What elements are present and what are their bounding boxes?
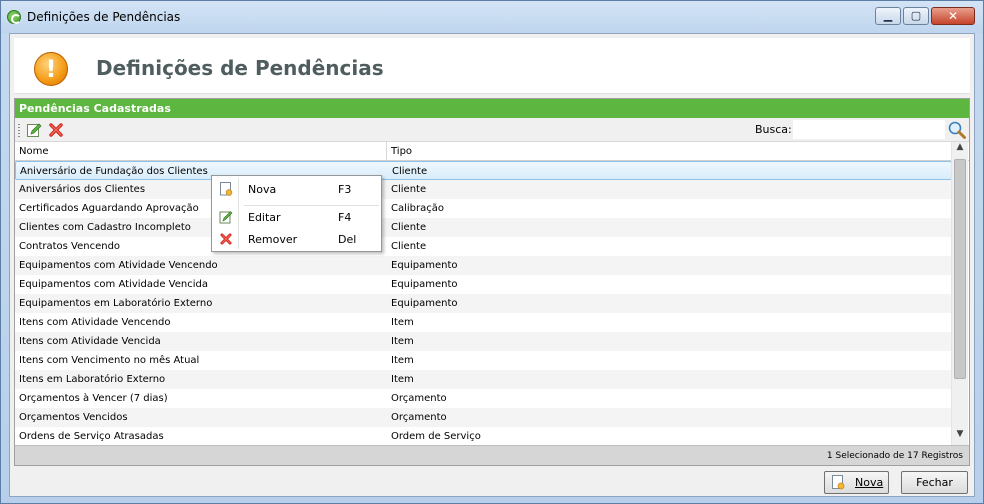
table-row[interactable]: Aniversário de Fundação dos Clientes Clie… [15, 161, 952, 180]
cell-tipo: Item [391, 336, 414, 347]
table-row[interactable]: Certificados Aguardando Aprovação Calibra… [15, 199, 952, 218]
nova-button-label: Nova [855, 476, 884, 489]
remove-icon [220, 233, 232, 245]
table-row[interactable]: Equipamentos em Laboratório Externo Equip… [15, 294, 952, 313]
cell-tipo: Equipamento [391, 279, 458, 290]
edit-icon [219, 211, 233, 224]
context-menu: Nova F3 Editar F4 Remover Del [211, 175, 382, 252]
delete-icon[interactable] [48, 122, 64, 138]
cell-tipo: Item [391, 355, 414, 366]
cell-tipo: Ordem de Serviço [391, 431, 481, 442]
client-area: ! Definições de Pendências Pendências Ca… [9, 33, 975, 497]
table-row[interactable]: Equipamentos com Atividade Vencida Equipa… [15, 275, 952, 294]
cell-nome: Aniversários dos Clientes [19, 184, 146, 195]
cell-nome: Certificados Aguardando Aprovação [19, 203, 199, 214]
column-header-nome[interactable]: Nome [19, 146, 49, 157]
search-label: Busca: [755, 123, 792, 136]
table-row[interactable]: Aniversários dos Clientes Cliente [15, 180, 952, 199]
menu-item-nova[interactable]: Nova F3 [214, 178, 379, 200]
minimize-icon: ▁ [883, 9, 893, 22]
menu-item-label: Editar [248, 211, 281, 224]
warning-icon: ! [34, 52, 68, 86]
cell-nome: Itens com Vencimento no mês Atual [19, 355, 200, 366]
cell-tipo: Item [391, 317, 414, 328]
table-row[interactable]: Itens com Vencimento no mês Atual Item [15, 351, 952, 370]
page-header: ! Definições de Pendências [14, 38, 970, 94]
cell-tipo: Cliente [391, 241, 427, 252]
grid-body: Aniversário de Fundação dos Clientes Clie… [15, 161, 952, 446]
search-icon[interactable] [947, 120, 967, 140]
table-row[interactable]: Itens com Atividade Vencida Item [15, 332, 952, 351]
cell-nome: Equipamentos com Atividade Vencendo [19, 260, 218, 271]
fechar-button[interactable]: Fechar [901, 471, 968, 494]
cell-nome: Itens com Atividade Vencida [19, 336, 161, 347]
cell-tipo: Orçamento [391, 412, 447, 423]
new-document-icon [832, 475, 845, 490]
table-row[interactable]: Clientes com Cadastro Incompleto Cliente [15, 218, 952, 237]
status-bar: 1 Selecionado de 17 Registros [15, 445, 969, 465]
column-divider[interactable] [386, 142, 387, 161]
menu-item-shortcut: F4 [338, 211, 352, 224]
table-row[interactable]: Orçamentos Vencidos Orçamento [15, 408, 952, 427]
nova-button[interactable]: Nova [824, 471, 889, 494]
grid-header: Nome Tipo [15, 142, 969, 161]
edit-icon[interactable] [26, 122, 42, 138]
minimize-button[interactable]: ▁ [875, 7, 901, 25]
window-controls: ▁ ▢ ✕ [873, 7, 975, 25]
new-document-icon [220, 182, 233, 196]
cell-tipo: Cliente [391, 184, 427, 195]
cell-nome: Orçamentos Vencidos [19, 412, 128, 423]
scroll-up-icon[interactable]: ▲ [952, 142, 968, 158]
cell-nome: Itens com Atividade Vencendo [19, 317, 171, 328]
cell-tipo: Equipamento [391, 298, 458, 309]
table-row[interactable]: Equipamentos com Atividade Vencendo Equip… [15, 256, 952, 275]
cell-tipo: Cliente [392, 166, 428, 177]
menu-item-editar[interactable]: Editar F4 [214, 206, 379, 228]
menu-item-label: Nova [248, 183, 277, 196]
menu-item-shortcut: Del [338, 233, 357, 246]
window-title: Definições de Pendências [27, 10, 181, 24]
title-bar[interactable]: Definições de Pendências ▁ ▢ ✕ [1, 1, 983, 33]
cell-nome: Equipamentos em Laboratório Externo [19, 298, 213, 309]
cell-nome: Aniversário de Fundação dos Clientes [20, 166, 208, 177]
cell-tipo: Cliente [391, 222, 427, 233]
cell-nome: Itens em Laboratório Externo [19, 374, 166, 385]
menu-item-shortcut: F3 [338, 183, 352, 196]
vertical-scrollbar[interactable]: ▲ ▼ [951, 142, 968, 445]
cell-nome: Equipamentos com Atividade Vencida [19, 279, 208, 290]
table-row[interactable]: Itens com Atividade Vencendo Item [15, 313, 952, 332]
cell-tipo: Equipamento [391, 260, 458, 271]
table-row[interactable]: Contratos Vencendo Cliente [15, 237, 952, 256]
toolbar-grip[interactable] [18, 124, 20, 137]
table-row[interactable]: Orçamentos à Vencer (7 dias) Orçamento [15, 389, 952, 408]
app-icon [7, 10, 21, 24]
table-row[interactable]: Itens em Laboratório Externo Item [15, 370, 952, 389]
cell-tipo: Orçamento [391, 393, 447, 404]
scrollbar-thumb[interactable] [954, 159, 966, 379]
cell-tipo: Calibração [391, 203, 444, 214]
cell-nome: Contratos Vencendo [19, 241, 121, 252]
toolbar: Busca: [15, 118, 969, 142]
record-count: 1 Selecionado de 17 Registros [826, 451, 963, 461]
table-row[interactable]: Ordens de Serviço Atrasadas Ordem de Serv… [15, 427, 952, 446]
maximize-icon: ▢ [910, 9, 922, 22]
fechar-button-label: Fechar [916, 476, 953, 489]
application-window: Definições de Pendências ▁ ▢ ✕ ! Definiç… [0, 0, 984, 504]
maximize-button[interactable]: ▢ [903, 7, 929, 25]
panel-title: Pendências Cadastradas [15, 99, 969, 118]
close-button[interactable]: ✕ [931, 7, 975, 25]
cell-nome: Ordens de Serviço Atrasadas [19, 431, 164, 442]
pendencias-panel: Pendências Cadastradas Busca: Nome Tipo … [14, 98, 970, 466]
menu-item-remover[interactable]: Remover Del [214, 228, 379, 250]
cell-tipo: Item [391, 374, 414, 385]
cell-nome: Clientes com Cadastro Incompleto [19, 222, 191, 233]
cell-nome: Orçamentos à Vencer (7 dias) [19, 393, 168, 404]
page-title: Definições de Pendências [96, 56, 384, 80]
scroll-down-icon[interactable]: ▼ [952, 429, 968, 445]
column-header-tipo[interactable]: Tipo [391, 146, 412, 157]
close-icon: ✕ [947, 9, 959, 23]
menu-item-label: Remover [248, 233, 298, 246]
search-input[interactable] [793, 120, 945, 139]
